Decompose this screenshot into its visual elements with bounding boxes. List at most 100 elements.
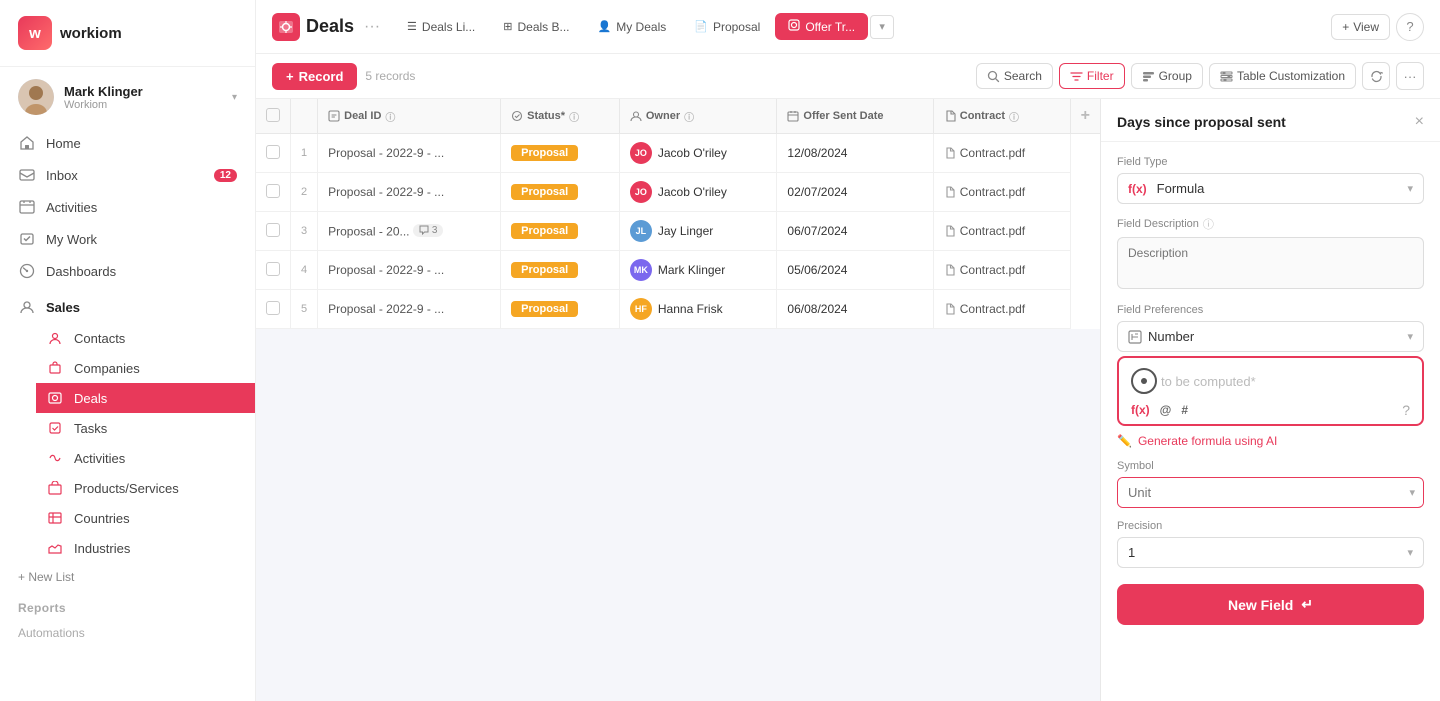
row-num: 5 (291, 290, 318, 329)
sidebar-item-dashboards[interactable]: Dashboards (0, 255, 255, 287)
table-body: 1 Proposal - 2022-9 - ... Proposal JO Ja… (256, 134, 1100, 329)
tab-more-btn[interactable]: ▾ (870, 15, 894, 39)
field-type-value: Formula (1157, 181, 1205, 196)
deal-id-value: Proposal - 2022-9 - ... (328, 146, 444, 160)
table-row[interactable]: 1 Proposal - 2022-9 - ... Proposal JO Ja… (256, 134, 1100, 173)
view-btn-label: View (1353, 20, 1379, 34)
tab-proposal[interactable]: 📄 Proposal (681, 14, 773, 40)
sidebar-item-mywork[interactable]: My Work (0, 223, 255, 255)
view-btn[interactable]: + View (1331, 14, 1390, 40)
sidebar-item-countries[interactable]: Countries (36, 503, 255, 533)
sidebar-item-activities[interactable]: Activities (0, 191, 255, 223)
status-badge: Proposal (511, 145, 578, 161)
sidebar-item-contacts-label: Contacts (74, 331, 125, 346)
field-type-select[interactable]: f(x) Formula ▾ (1117, 173, 1424, 204)
status-cell: Proposal (501, 290, 620, 329)
sidebar-item-products[interactable]: Products/Services (36, 473, 255, 503)
select-all-checkbox[interactable] (266, 108, 280, 122)
companies-icon (46, 359, 64, 377)
table-row[interactable]: 2 Proposal - 2022-9 - ... Proposal JO Ja… (256, 173, 1100, 212)
tab-bar: ☰ Deals Li... ⊞ Deals B... 👤 My Deals 📄 … (394, 13, 1325, 40)
sidebar-item-contacts[interactable]: Contacts (36, 323, 255, 353)
proposal-tab-icon: 📄 (694, 20, 708, 33)
sidebar-item-inbox[interactable]: Inbox 12 (0, 159, 255, 191)
new-list-btn[interactable]: + New List (0, 563, 255, 591)
avatar (18, 79, 54, 115)
table-row[interactable]: 4 Proposal - 2022-9 - ... Proposal MK Ma… (256, 251, 1100, 290)
status-info-icon[interactable]: ⓘ (569, 109, 579, 124)
row-checkbox[interactable] (266, 301, 280, 315)
sidebar-item-industries[interactable]: Industries (36, 533, 255, 563)
owner-info-icon[interactable]: ⓘ (684, 109, 694, 124)
tab-deals-board[interactable]: ⊞ Deals B... (490, 14, 582, 40)
help-btn[interactable]: ? (1396, 13, 1424, 41)
field-prefs-select[interactable]: Number ▾ (1117, 321, 1424, 352)
formula-fx-btn[interactable]: f(x) (1131, 403, 1150, 417)
symbol-input-wrap: ▾ (1117, 477, 1424, 508)
sidebar-logo[interactable]: w workiom (0, 0, 255, 67)
panel-header: Days since proposal sent × (1101, 99, 1440, 142)
group-btn[interactable]: Group (1131, 63, 1203, 89)
contract-value: Contract.pdf (944, 146, 1060, 160)
sidebar-user[interactable]: Mark Klinger Workiom ▾ (0, 67, 255, 123)
sidebar-item-automations[interactable]: Automations (0, 619, 255, 647)
owner-cell: JL Jay Linger (619, 212, 777, 251)
sidebar-item-sales[interactable]: Sales (0, 291, 255, 323)
field-prefs-chevron-icon: ▾ (1407, 330, 1413, 343)
sidebar-item-tasks[interactable]: Tasks (36, 413, 255, 443)
formula-at-btn[interactable]: @ (1160, 403, 1172, 417)
symbol-chevron-icon[interactable]: ▾ (1401, 479, 1423, 506)
owner-cell-inner: HF Hanna Frisk (630, 298, 767, 320)
th-add-col[interactable]: + (1070, 99, 1100, 134)
sidebar-item-activities-sub[interactable]: Activities (36, 443, 255, 473)
status-badge: Proposal (511, 184, 578, 200)
filter-btn[interactable]: Filter (1059, 63, 1125, 89)
symbol-input[interactable] (1118, 478, 1401, 507)
contract-info-icon[interactable]: ⓘ (1009, 109, 1019, 124)
row-checkbox[interactable] (266, 145, 280, 159)
formula-placeholder: to be computed* (1131, 368, 1410, 394)
tab-offer-tr[interactable]: Offer Tr... (775, 13, 868, 40)
table-row[interactable]: 3 Proposal - 20... 3 Proposal JL Jay Lin… (256, 212, 1100, 251)
topbar-right: + View ? (1331, 13, 1424, 41)
row-checkbox[interactable] (266, 262, 280, 276)
customization-icon (1220, 70, 1233, 83)
deal-id-info-icon[interactable]: ⓘ (385, 109, 395, 124)
table-row[interactable]: 5 Proposal - 2022-9 - ... Proposal HF Ha… (256, 290, 1100, 329)
refresh-btn[interactable] (1362, 62, 1390, 90)
sidebar-item-deals[interactable]: Deals (36, 383, 255, 413)
row-checkbox[interactable] (266, 184, 280, 198)
row-checkbox[interactable] (266, 223, 280, 237)
panel-close-btn[interactable]: × (1415, 113, 1424, 131)
field-desc-textarea[interactable] (1117, 237, 1424, 289)
home-icon (18, 134, 36, 152)
help-icon: ? (1406, 19, 1413, 34)
precision-select[interactable]: 1 ▾ (1117, 537, 1424, 568)
new-field-btn[interactable]: New Field ↵ (1117, 584, 1424, 625)
deal-id-value: Proposal - 2022-9 - ... (328, 185, 444, 199)
ai-generate-btn[interactable]: ✏️ Generate formula using AI (1117, 434, 1424, 448)
contacts-icon (46, 329, 64, 347)
owner-name: Jay Linger (658, 224, 713, 238)
topbar-more-icon[interactable]: ··· (364, 18, 380, 36)
row-checkbox-cell (256, 290, 291, 329)
status-col-icon (511, 110, 523, 122)
sidebar-item-companies[interactable]: Companies (36, 353, 255, 383)
sidebar-item-home[interactable]: Home (0, 127, 255, 159)
record-btn[interactable]: + Record (272, 63, 357, 90)
search-btn[interactable]: Search (976, 63, 1053, 89)
tab-deals-list[interactable]: ☰ Deals Li... (394, 14, 488, 40)
tab-my-deals[interactable]: 👤 My Deals (585, 14, 680, 40)
symbol-label: Symbol (1117, 460, 1424, 472)
toolbar-more-btn[interactable]: ··· (1396, 62, 1424, 90)
formula-hash-btn[interactable]: # (1181, 403, 1188, 417)
precision-chevron-icon: ▾ (1407, 546, 1413, 559)
user-chevron-icon[interactable]: ▾ (232, 92, 237, 103)
right-panel: Days since proposal sent × Field Type f(… (1100, 99, 1440, 701)
th-contract: Contract ⓘ (933, 99, 1070, 134)
owner-avatar: MK (630, 259, 652, 281)
field-desc-info-icon[interactable]: ⓘ (1203, 216, 1214, 232)
customization-btn[interactable]: Table Customization (1209, 63, 1356, 89)
formula-help-icon[interactable]: ? (1402, 402, 1410, 418)
formula-editor[interactable]: to be computed* f(x) @ # ? (1117, 356, 1424, 426)
